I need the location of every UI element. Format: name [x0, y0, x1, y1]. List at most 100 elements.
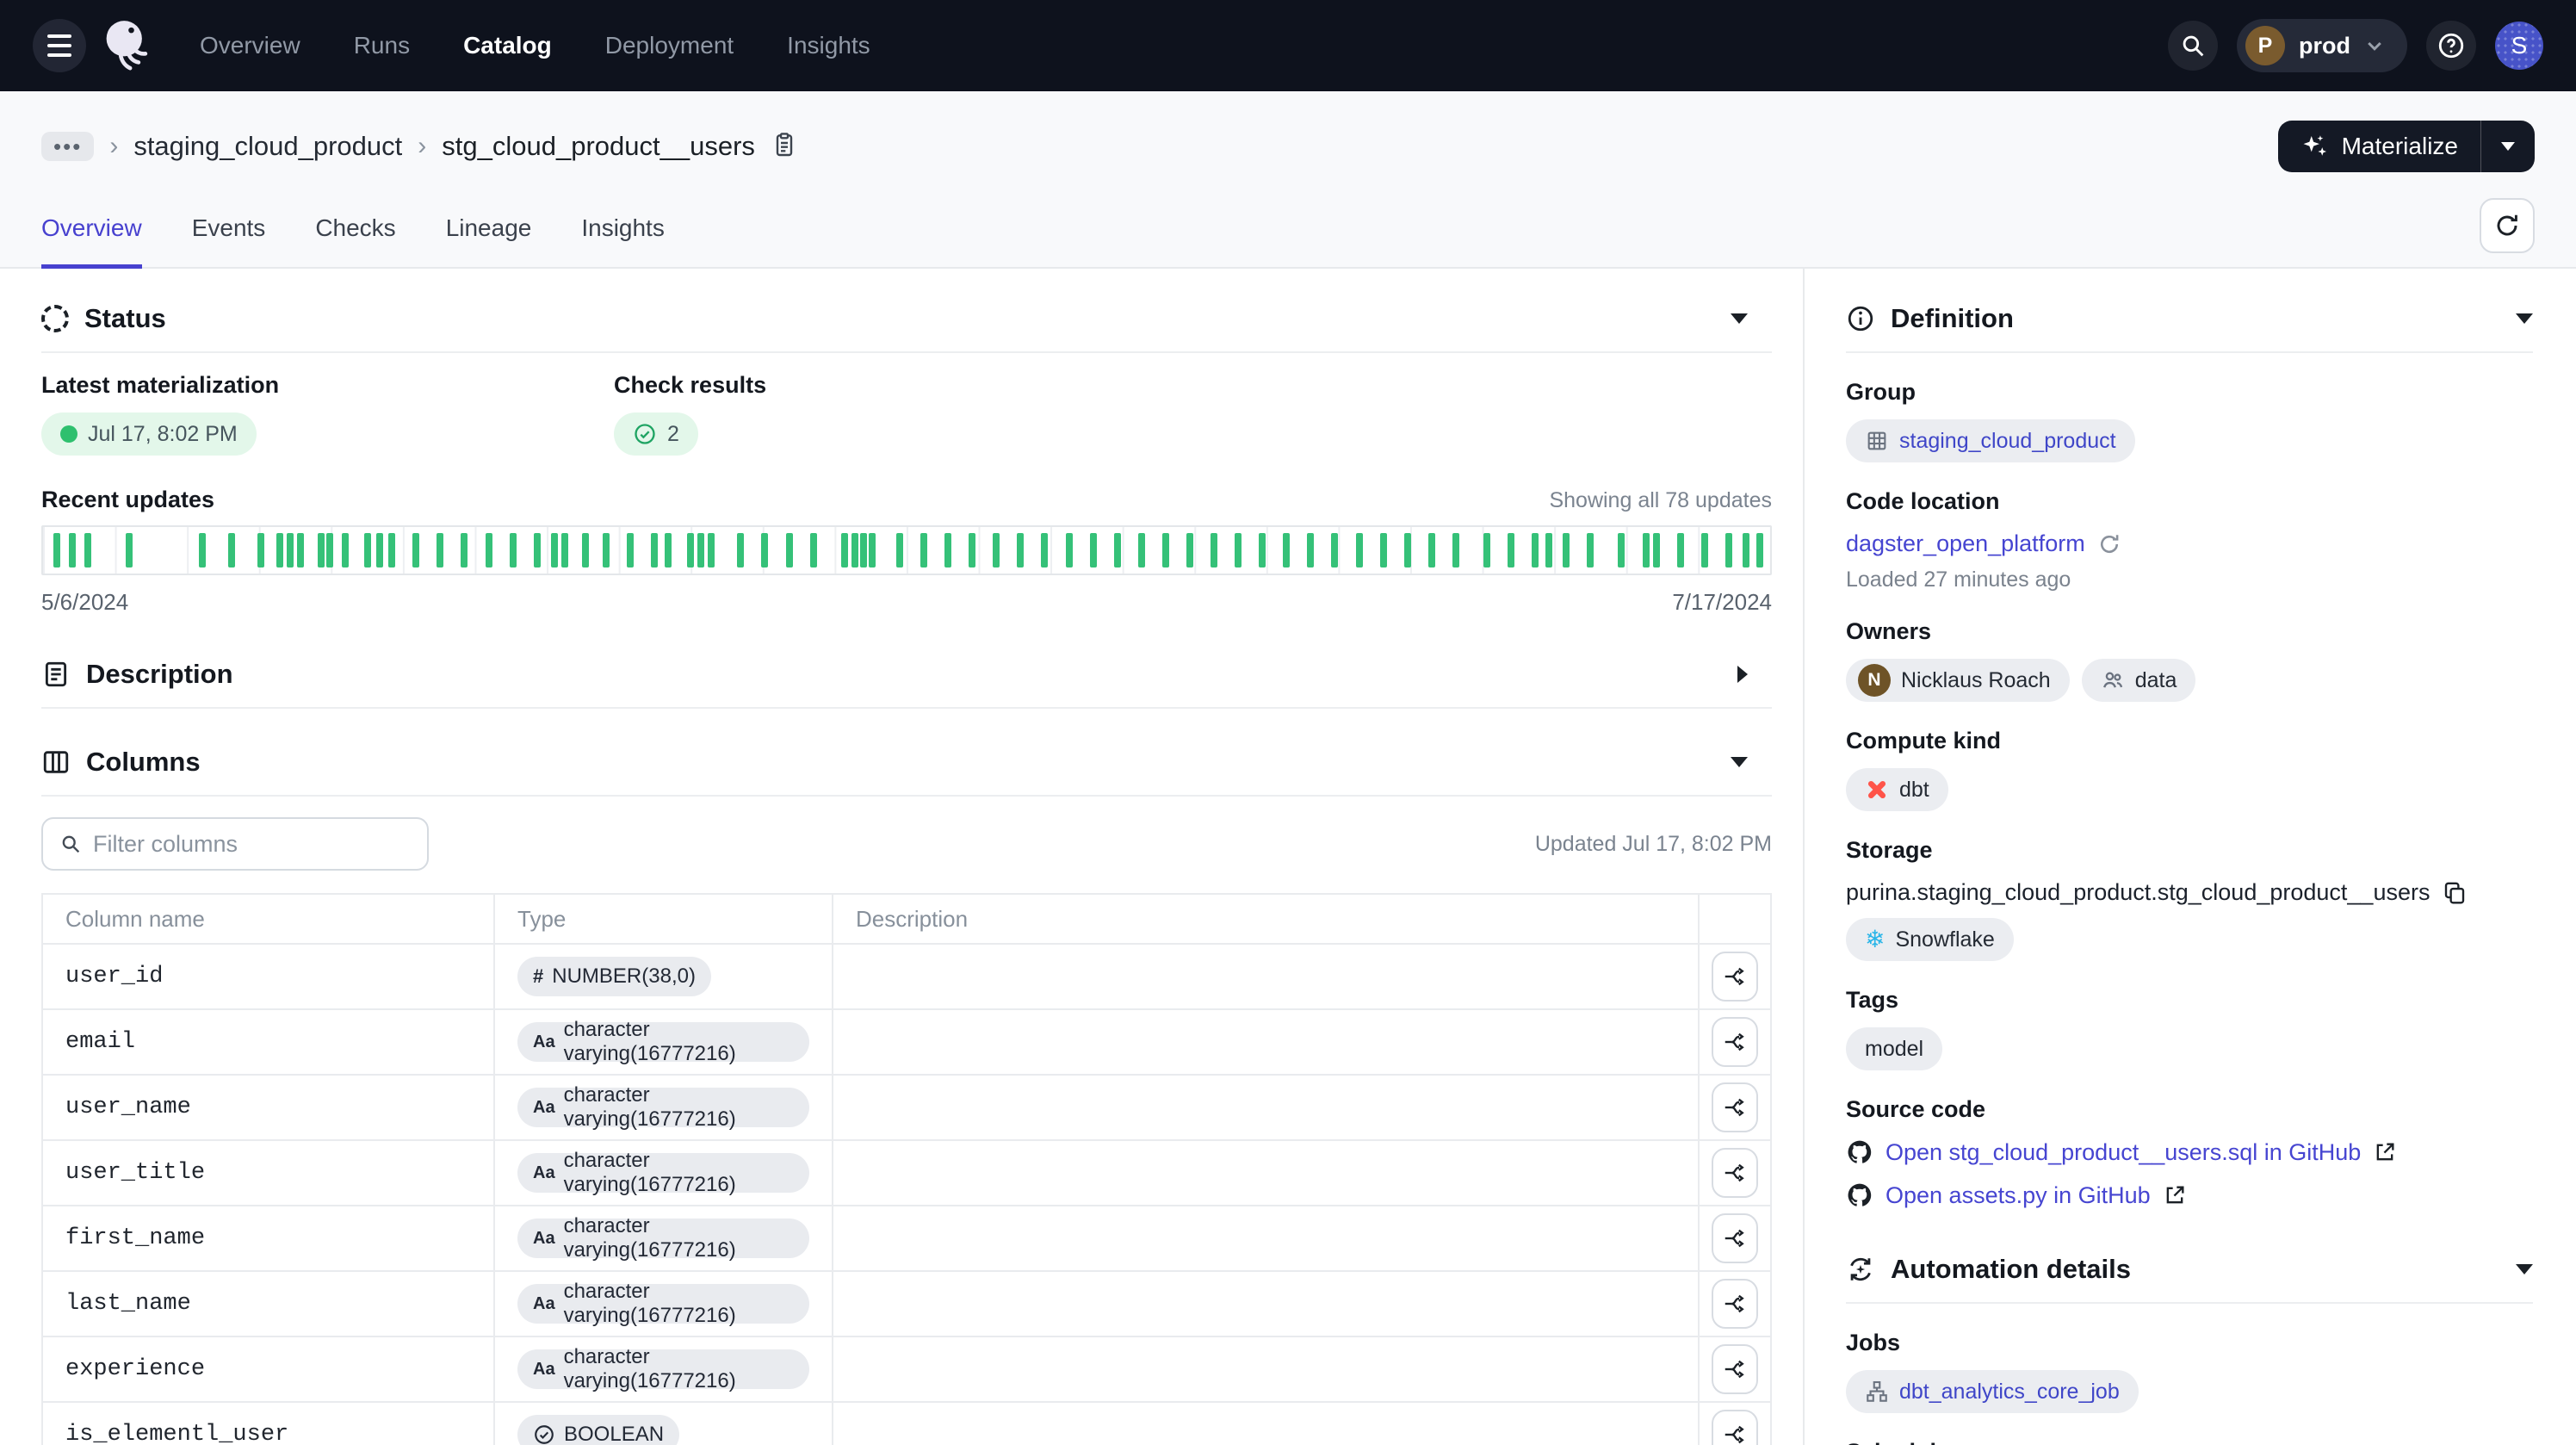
update-bar[interactable]: [761, 533, 768, 567]
update-bar[interactable]: [708, 533, 715, 567]
nav-item-insights[interactable]: Insights: [787, 32, 870, 59]
tab-events[interactable]: Events: [192, 214, 266, 269]
recent-updates-histogram[interactable]: [41, 525, 1772, 575]
copy-icon[interactable]: [2442, 880, 2468, 906]
breadcrumb-parent[interactable]: staging_cloud_product: [133, 131, 402, 162]
update-bar[interactable]: [851, 533, 858, 567]
update-bar[interactable]: [1307, 533, 1314, 567]
update-bar[interactable]: [1066, 533, 1073, 567]
collapse-definition-icon[interactable]: [2516, 313, 2533, 324]
source-code-link[interactable]: Open assets.py in GitHub: [1886, 1182, 2151, 1209]
collapse-status-icon[interactable]: [1731, 313, 1748, 324]
environment-switcher[interactable]: P prod: [2237, 19, 2407, 72]
update-bar[interactable]: [437, 533, 443, 567]
update-bar[interactable]: [582, 533, 589, 567]
update-bar[interactable]: [84, 533, 91, 567]
update-bar[interactable]: [627, 533, 634, 567]
collapse-automation-icon[interactable]: [2516, 1264, 2533, 1274]
update-bar[interactable]: [551, 533, 558, 567]
update-bar[interactable]: [1532, 533, 1539, 567]
update-bar[interactable]: [1138, 533, 1145, 567]
update-bar[interactable]: [944, 533, 951, 567]
update-bar[interactable]: [326, 533, 333, 567]
reload-icon[interactable]: [2097, 532, 2121, 556]
update-bar[interactable]: [1618, 533, 1625, 567]
refresh-button[interactable]: [2480, 198, 2535, 253]
column-lineage-button[interactable]: [1712, 1213, 1758, 1263]
update-bar[interactable]: [318, 533, 325, 567]
update-bar[interactable]: [860, 533, 867, 567]
expand-description-icon[interactable]: [1737, 666, 1748, 683]
code-location-link[interactable]: dagster_open_platform: [1846, 530, 2085, 557]
update-bar[interactable]: [510, 533, 517, 567]
update-bar[interactable]: [1235, 533, 1242, 567]
column-lineage-button[interactable]: [1712, 1279, 1758, 1329]
user-avatar[interactable]: S: [2495, 22, 2543, 70]
update-bar[interactable]: [737, 533, 744, 567]
nav-item-catalog[interactable]: Catalog: [463, 32, 552, 59]
update-bar[interactable]: [920, 533, 927, 567]
update-bar[interactable]: [651, 533, 658, 567]
update-bar[interactable]: [461, 533, 468, 567]
copy-asset-name-button[interactable]: [771, 131, 798, 163]
column-lineage-button[interactable]: [1712, 952, 1758, 1002]
job-pill[interactable]: dbt_analytics_core_job: [1846, 1370, 2139, 1413]
update-bar[interactable]: [534, 533, 541, 567]
update-bar[interactable]: [1701, 533, 1708, 567]
update-bar[interactable]: [1756, 533, 1763, 567]
source-code-link[interactable]: Open stg_cloud_product__users.sql in Git…: [1886, 1139, 2361, 1166]
update-bar[interactable]: [1283, 533, 1290, 567]
update-bar[interactable]: [1743, 533, 1749, 567]
update-bar[interactable]: [1211, 533, 1217, 567]
update-bar[interactable]: [1090, 533, 1097, 567]
tab-overview[interactable]: Overview: [41, 214, 142, 269]
tab-lineage[interactable]: Lineage: [446, 214, 532, 269]
dagster-logo-icon[interactable]: [98, 15, 155, 77]
update-bar[interactable]: [1041, 533, 1048, 567]
update-bar[interactable]: [1725, 533, 1732, 567]
update-bar[interactable]: [665, 533, 672, 567]
column-lineage-button[interactable]: [1712, 1082, 1758, 1132]
update-bar[interactable]: [1452, 533, 1459, 567]
update-bar[interactable]: [228, 533, 235, 567]
update-bar[interactable]: [1259, 533, 1266, 567]
update-bar[interactable]: [561, 533, 568, 567]
update-bar[interactable]: [896, 533, 903, 567]
check-results-pill[interactable]: 2: [614, 412, 698, 456]
update-bar[interactable]: [486, 533, 492, 567]
update-bar[interactable]: [199, 533, 206, 567]
update-bar[interactable]: [603, 533, 610, 567]
update-bar[interactable]: [388, 533, 395, 567]
help-button[interactable]: [2426, 21, 2476, 71]
column-lineage-button[interactable]: [1712, 1148, 1758, 1198]
update-bar[interactable]: [1380, 533, 1387, 567]
tab-checks[interactable]: Checks: [315, 214, 395, 269]
nav-item-overview[interactable]: Overview: [200, 32, 300, 59]
update-bar[interactable]: [412, 533, 419, 567]
nav-item-runs[interactable]: Runs: [354, 32, 410, 59]
update-bar[interactable]: [53, 533, 60, 567]
latest-materialization-pill[interactable]: Jul 17, 8:02 PM: [41, 412, 257, 456]
update-bar[interactable]: [1563, 533, 1570, 567]
update-bar[interactable]: [810, 533, 817, 567]
update-bar[interactable]: [786, 533, 793, 567]
update-bar[interactable]: [287, 533, 294, 567]
update-bar[interactable]: [376, 533, 383, 567]
update-bar[interactable]: [1162, 533, 1169, 567]
update-bar[interactable]: [1508, 533, 1514, 567]
update-bar[interactable]: [1114, 533, 1121, 567]
update-bar[interactable]: [687, 533, 694, 567]
storage-kind-pill[interactable]: ❄ Snowflake: [1846, 918, 2014, 961]
column-lineage-button[interactable]: [1712, 1344, 1758, 1394]
breadcrumb-ellipsis-button[interactable]: •••: [41, 132, 94, 161]
update-bar[interactable]: [69, 533, 76, 567]
column-lineage-button[interactable]: [1712, 1410, 1758, 1445]
update-bar[interactable]: [1186, 533, 1193, 567]
update-bar[interactable]: [697, 533, 704, 567]
update-bar[interactable]: [276, 533, 283, 567]
update-bar[interactable]: [364, 533, 371, 567]
update-bar[interactable]: [1643, 533, 1650, 567]
collapse-columns-icon[interactable]: [1731, 757, 1748, 767]
update-bar[interactable]: [1545, 533, 1552, 567]
update-bar[interactable]: [297, 533, 304, 567]
